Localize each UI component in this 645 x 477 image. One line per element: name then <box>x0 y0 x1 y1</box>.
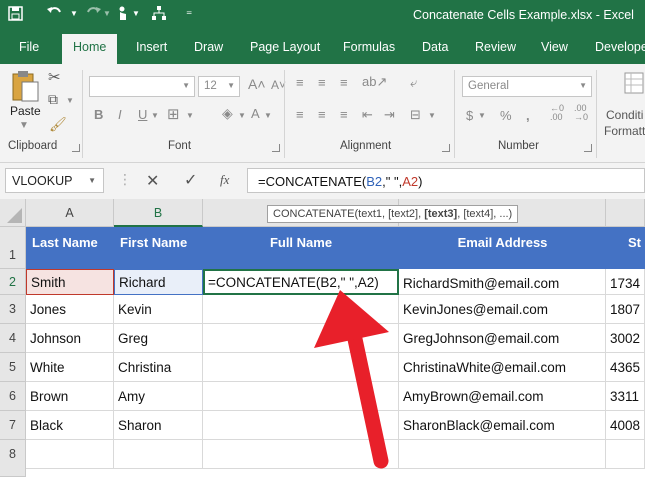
red-arrow-annotation <box>314 290 389 469</box>
